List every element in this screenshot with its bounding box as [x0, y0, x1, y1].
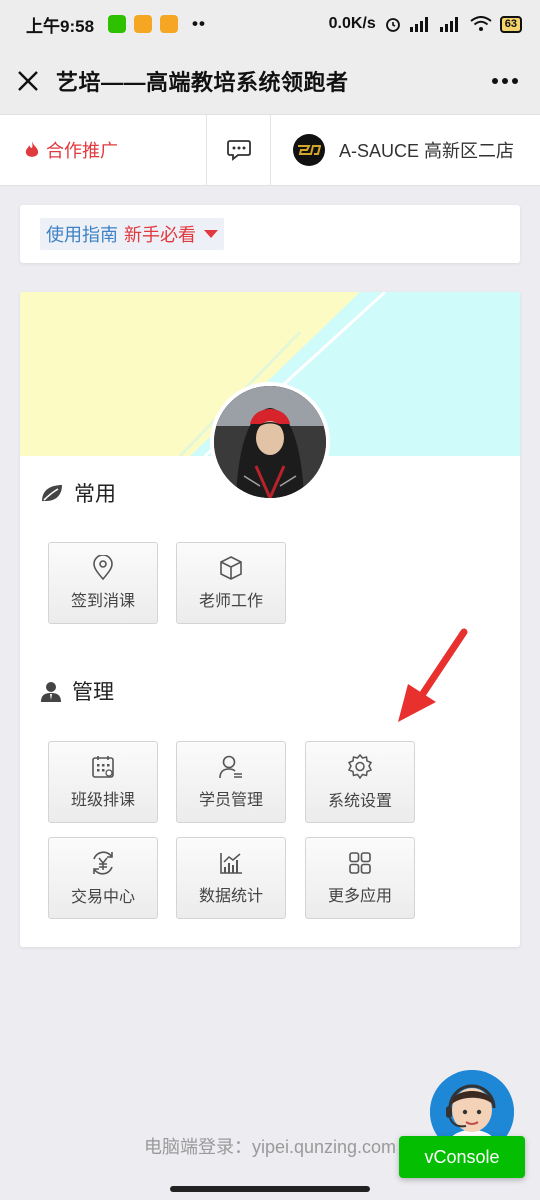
close-button[interactable]: [0, 48, 56, 114]
status-bar: 上午9:58 •• 0.0K/s 63: [0, 0, 540, 48]
nav-bar: 艺培——高端教培系统领跑者: [0, 48, 540, 114]
more-menu-button[interactable]: [470, 48, 540, 114]
fire-icon: [25, 141, 39, 157]
chart-icon: [220, 853, 242, 874]
close-icon: [18, 71, 38, 91]
more-dots-icon: [492, 78, 518, 84]
tile-system-settings[interactable]: 系统设置: [305, 741, 415, 823]
more-notifications-dots: ••: [192, 14, 206, 33]
top-bar: 合作推广 A-SAUCE 高新区二店: [0, 114, 540, 186]
alarm-icon: [385, 18, 400, 32]
leaf-icon: [42, 485, 62, 501]
tile-more-apps[interactable]: 更多应用: [305, 837, 415, 919]
guide-label: 使用指南: [46, 225, 118, 245]
guide-card: 使用指南 新手必看: [20, 205, 520, 263]
section-manage-label: 管理: [72, 681, 114, 704]
tile-label: 签到消课: [70, 593, 135, 610]
battery-indicator: 63: [499, 15, 522, 33]
app-notification-icon: [134, 15, 153, 33]
calendar-icon: [92, 756, 114, 778]
avatar[interactable]: [210, 382, 330, 502]
store-switcher[interactable]: A-SAUCE 高新区二店: [271, 115, 540, 185]
vconsole-button[interactable]: vConsole: [399, 1136, 525, 1178]
tile-label: 系统设置: [327, 793, 392, 810]
signal-hd-icon: [439, 17, 458, 32]
student-icon: [219, 755, 242, 779]
tile-transaction-center[interactable]: 交易中心: [48, 837, 158, 919]
tile-label: 学员管理: [198, 792, 263, 809]
grid-icon: [349, 852, 371, 874]
section-common-title: 常用: [40, 478, 116, 508]
yuan-exchange-icon: [93, 851, 113, 875]
status-time: 上午9:58: [26, 16, 95, 36]
store-logo: [293, 134, 325, 166]
tile-class-schedule[interactable]: 班级排课: [48, 741, 158, 823]
tile-teacher-work[interactable]: 老师工作: [176, 542, 286, 624]
signal-icon: [409, 17, 428, 32]
section-manage-title: 管理: [40, 676, 114, 706]
home-indicator[interactable]: [170, 1186, 370, 1192]
guide-new-user-label: 新手必看: [124, 225, 196, 245]
store-logo-mark: [298, 145, 321, 155]
app-notification-icon-2: [160, 15, 179, 33]
tile-label: 交易中心: [70, 889, 135, 906]
promo-label: 合作推广: [46, 141, 118, 161]
guide-dropdown[interactable]: 使用指南 新手必看: [40, 218, 224, 250]
avatar-photo: [214, 386, 326, 498]
chat-button[interactable]: [207, 115, 271, 185]
store-name: A-SAUCE 高新区二店: [339, 141, 515, 161]
tile-label: 更多应用: [327, 888, 392, 905]
cube-icon: [220, 556, 242, 580]
tile-student-management[interactable]: 学员管理: [176, 741, 286, 823]
tile-label: 班级排课: [70, 792, 135, 809]
tile-checkin[interactable]: 签到消课: [48, 542, 158, 624]
network-speed: 0.0K/s: [328, 15, 376, 32]
wechat-notification-icon: [108, 15, 127, 33]
wifi-icon: [470, 16, 492, 31]
gear-icon: [347, 753, 373, 780]
chat-bubble-icon: [226, 140, 251, 161]
section-common-label: 常用: [74, 483, 116, 506]
promo-button[interactable]: 合作推广: [0, 115, 207, 185]
tile-label: 数据统计: [198, 888, 263, 905]
page-title: 艺培——高端教培系统领跑者: [56, 70, 349, 95]
annotation-arrow-icon: [398, 628, 468, 722]
tile-data-statistics[interactable]: 数据统计: [176, 837, 286, 919]
manager-icon: [41, 682, 61, 702]
location-pin-icon: [93, 555, 113, 581]
tile-label: 老师工作: [198, 593, 263, 610]
caret-down-icon: [204, 230, 218, 238]
main-card: 常用 签到消课 老师工作 管理 班级排课 学员管理 系统设置 交易中心 数据统计…: [20, 292, 520, 947]
